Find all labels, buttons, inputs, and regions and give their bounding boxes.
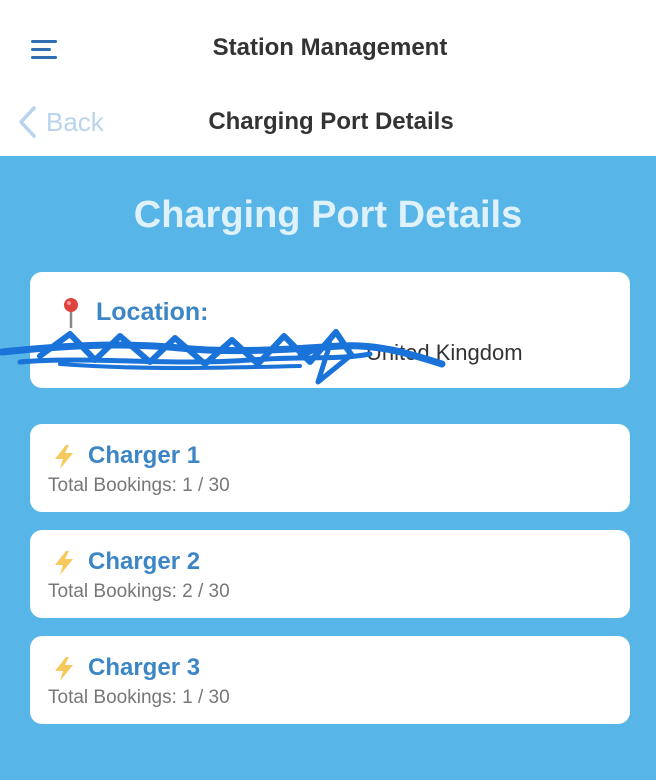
charger-name: Charger 3	[88, 654, 201, 681]
lightning-bolt-icon	[55, 657, 73, 681]
lightning-bolt-icon	[55, 445, 73, 469]
charger-bookings: Total Bookings: 1 / 30	[48, 687, 230, 708]
redaction-scribble	[0, 329, 446, 385]
charger-name: Charger 2	[88, 548, 201, 575]
app-screen: Station Management Back Charging Port De…	[0, 0, 656, 780]
location-label: Location:	[96, 298, 209, 326]
top-bar: Station Management	[0, 0, 656, 88]
nav-title: Charging Port Details	[208, 108, 454, 135]
charger-bookings: Total Bookings: 2 / 30	[48, 581, 230, 602]
location-card: Location: United Kingdom	[0, 272, 630, 388]
main-content: Charging Port Details Location: United K…	[0, 156, 656, 780]
charger-bookings: Total Bookings: 1 / 30	[48, 475, 230, 496]
map-pin-icon	[64, 298, 78, 328]
charger-card-3[interactable]: Charger 3 Total Bookings: 1 / 30	[30, 636, 630, 724]
lightning-bolt-icon	[55, 551, 73, 575]
navigation-bar: Back Charging Port Details	[0, 88, 656, 156]
charger-card-1[interactable]: Charger 1 Total Bookings: 1 / 30	[30, 424, 630, 512]
app-title: Station Management	[212, 34, 448, 61]
charger-card-2[interactable]: Charger 2 Total Bookings: 2 / 30	[30, 530, 630, 618]
charger-name: Charger 1	[88, 442, 201, 469]
page-title: Charging Port Details	[133, 194, 523, 236]
